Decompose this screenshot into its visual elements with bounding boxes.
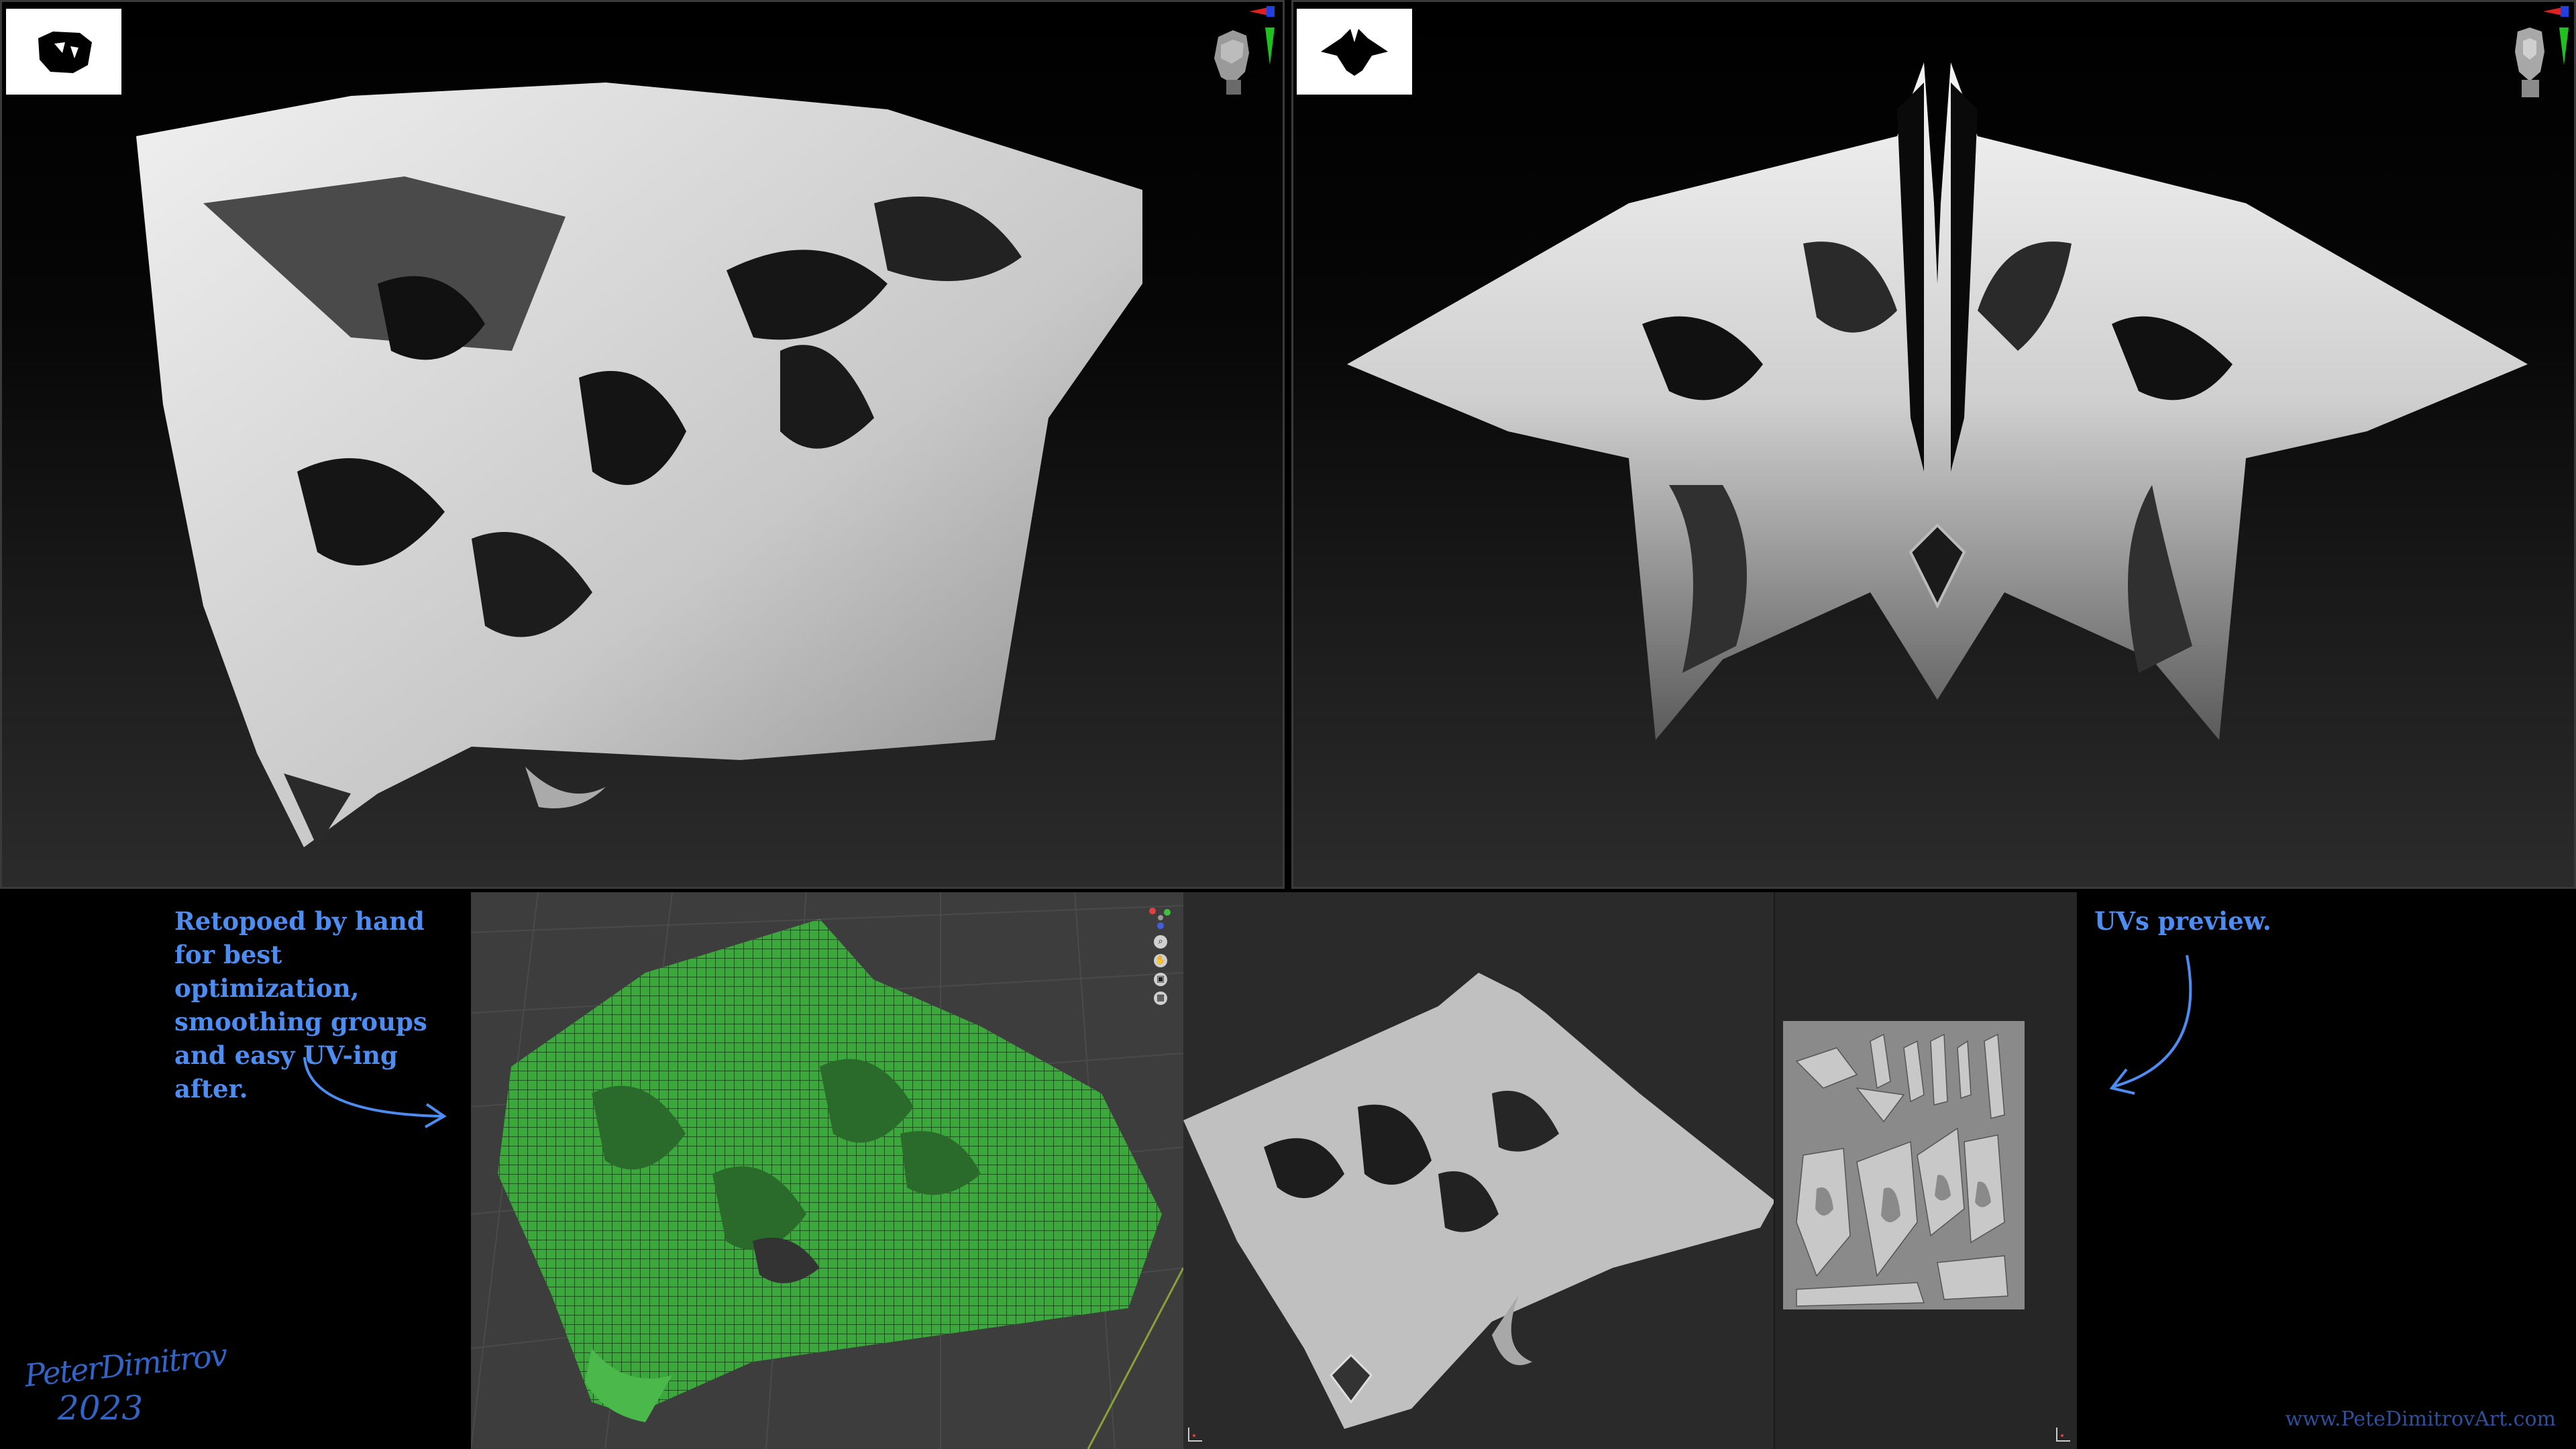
uv-annotation: UVs preview. <box>2094 906 2271 936</box>
artist-website[interactable]: www.PeteDimitrovArt.com <box>2286 1407 2556 1431</box>
sculpt-model-front <box>1347 62 2528 740</box>
uv-preview-viewport[interactable] <box>1775 892 2077 1449</box>
lowpoly-grey-viewport[interactable] <box>1183 892 1775 1449</box>
arrow-down-left-icon <box>2109 955 2192 1095</box>
zbrush-viewport-perspective[interactable] <box>0 0 1285 889</box>
axis-gizmo-icon[interactable] <box>1147 906 1174 932</box>
lowpoly-grey-model <box>1183 973 1774 1429</box>
uv-layout <box>1783 1021 2025 1309</box>
axis-corner-icon <box>1188 1428 1202 1442</box>
blender-viewport-wireframe[interactable]: ⌕ ✋ ▣ ▦ <box>471 892 1183 1449</box>
grid-icon[interactable]: ▦ <box>1154 991 1167 1005</box>
signature-name: PeterDimitrov <box>23 1336 228 1394</box>
camera-icon[interactable]: ▣ <box>1154 973 1167 986</box>
artist-signature: PeterDimitrov 2023 <box>23 1336 228 1436</box>
arrow-right-icon <box>303 1057 447 1128</box>
zbrush-viewport-front[interactable] <box>1291 0 2576 889</box>
page: Retopoed by hand for best optimization, … <box>0 0 2576 1449</box>
signature-year: 2023 <box>58 1389 144 1428</box>
sculpt-model-perspective <box>136 83 1142 847</box>
axis-corner-icon <box>2056 1428 2070 1442</box>
retopo-wireframe-model <box>498 919 1162 1422</box>
pan-hand-icon[interactable]: ✋ <box>1154 954 1167 967</box>
zoom-icon[interactable]: ⌕ <box>1154 935 1167 949</box>
blender-navigation-gizmo[interactable]: ⌕ ✋ ▣ ▦ <box>1147 906 1174 1010</box>
